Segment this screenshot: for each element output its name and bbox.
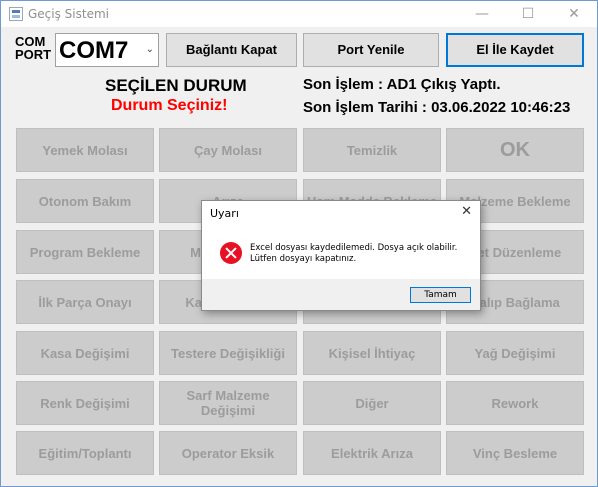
status-button[interactable]: Rework [446,381,584,425]
status-button[interactable]: Temizlik [303,128,441,172]
last-action: Son İşlem : AD1 Çıkış Yaptı. [303,76,501,93]
dialog-title: Uyarı [210,207,239,220]
status-button[interactable]: Renk Değişimi [16,381,154,425]
status-button[interactable]: İlk Parça Onayı [16,280,154,324]
dialog-message: Excel dosyası kaydedilemedi. Dosya açık … [250,243,458,264]
chevron-down-icon[interactable]: ⌄ [146,44,154,55]
error-icon [220,242,242,264]
comport-select-value: COM7 [59,37,129,64]
status-button[interactable]: Program Bekleme [16,230,154,274]
status-button[interactable]: Elektrik Arıza [303,431,441,475]
title-bar: Geçiş Sistemi — ☐ ✕ [1,1,597,27]
status-button[interactable]: Diğer [303,381,441,425]
dialog-footer: Tamam [202,279,480,310]
status-button[interactable]: Kasa Değişimi [16,331,154,375]
status-button[interactable]: Vinç Besleme [446,431,584,475]
port-refresh-button[interactable]: Port Yenile [303,33,439,67]
app-icon [9,7,23,21]
connection-close-button[interactable]: Bağlantı Kapat [166,33,297,67]
status-button[interactable]: Çay Molası [159,128,297,172]
dialog-close-icon[interactable]: ✕ [461,204,472,219]
selected-state-label: SEÇİLEN DURUM [105,76,247,95]
status-button[interactable]: Yemek Molası [16,128,154,172]
status-button[interactable]: Operator Eksik [159,431,297,475]
maximize-button[interactable]: ☐ [505,1,551,27]
warning-dialog: Uyarı ✕ Excel dosyası kaydedilemedi. Dos… [201,200,481,311]
last-action-date: Son İşlem Tarihi : 03.06.2022 10:46:23 [303,99,571,116]
comport-label: COM PORT [15,35,51,61]
status-button[interactable]: Sarf Malzeme Değişimi [159,381,297,425]
state-prompt: Durum Seçiniz! [111,97,228,114]
comport-select[interactable]: COM7 ⌄ [55,33,159,67]
dialog-ok-button[interactable]: Tamam [410,287,471,303]
status-button[interactable]: OK [446,128,584,172]
minimize-button[interactable]: — [459,1,505,27]
manual-save-button[interactable]: El İle Kaydet [446,33,584,67]
comport-label-line2: PORT [15,47,52,62]
window-title: Geçiş Sistemi [28,7,109,21]
status-button[interactable]: Eğitim/Toplantı [16,431,154,475]
status-button[interactable]: Kişisel İhtiyaç [303,331,441,375]
close-window-button[interactable]: ✕ [551,1,597,27]
status-button[interactable]: Testere Değişikliği [159,331,297,375]
status-button[interactable]: Yağ Değişimi [446,331,584,375]
status-button[interactable]: Otonom Bakım [16,179,154,223]
